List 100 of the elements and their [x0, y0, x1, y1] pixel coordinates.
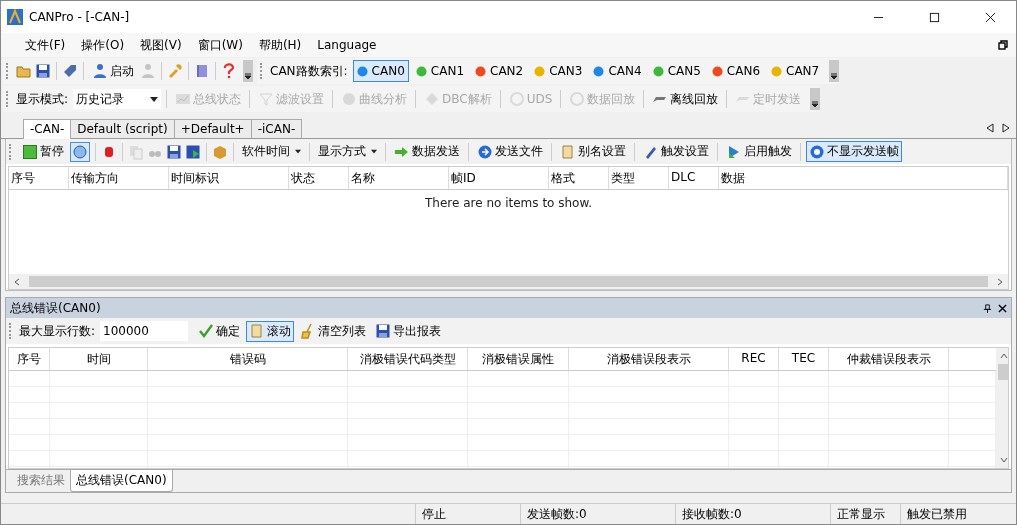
person-icon — [92, 63, 108, 79]
menu-item[interactable]: Language — [309, 38, 385, 52]
pin-icon[interactable] — [983, 303, 992, 313]
menu-item[interactable]: 窗口(W) — [189, 36, 251, 54]
toolbar-button[interactable]: 数据发送 — [391, 141, 463, 162]
toolbar-button[interactable]: 离线回放 — [649, 88, 722, 110]
column-header[interactable]: 状态 — [289, 167, 349, 189]
channel-button[interactable]: CAN1 — [411, 60, 468, 82]
document-tab[interactable]: Default (script) — [70, 119, 175, 138]
scroll-down-icon[interactable] — [999, 456, 1008, 464]
document-tab[interactable]: +Default+ — [173, 119, 252, 138]
menu-item[interactable]: 视图(V) — [132, 36, 190, 54]
toolbar-button[interactable]: 确定 — [195, 320, 244, 342]
column-header[interactable]: 传输方向 — [69, 167, 169, 189]
column-header[interactable]: REC — [729, 348, 779, 370]
overflow-icon[interactable] — [243, 60, 253, 82]
panel-title: 总线错误(CAN0) — [10, 299, 101, 317]
book-icon[interactable] — [194, 63, 210, 79]
column-header[interactable]: 仲裁错误段表示 — [829, 348, 949, 370]
overflow-icon[interactable] — [810, 88, 821, 110]
column-header[interactable]: 消极错误代码类型 — [348, 348, 468, 370]
diamond-icon — [424, 91, 441, 107]
save-as-icon[interactable] — [185, 143, 201, 160]
empty-message: There are no items to show. — [425, 196, 592, 212]
channel-button[interactable]: CAN2 — [471, 60, 528, 82]
column-header[interactable]: TEC — [779, 348, 829, 370]
channel-button[interactable]: CAN4 — [589, 60, 646, 82]
restore-icon[interactable] — [998, 40, 1008, 50]
scroll-up-icon[interactable] — [999, 352, 1008, 360]
scroll-left-icon[interactable] — [13, 277, 21, 286]
column-header[interactable]: 消极错误段表示 — [569, 348, 729, 370]
column-header[interactable]: 帧ID — [449, 167, 549, 189]
toolbar-button[interactable]: 清空列表 — [297, 320, 370, 342]
circle-icon — [809, 143, 825, 160]
column-header[interactable]: 序号 — [9, 348, 50, 370]
scroll-right-icon[interactable] — [996, 277, 1004, 286]
column-header[interactable]: 格式 — [549, 167, 609, 189]
column-header[interactable]: 消极错误属性 — [468, 348, 569, 370]
circle-icon — [508, 91, 525, 107]
column-header[interactable]: DLC — [669, 167, 719, 189]
close-icon[interactable] — [998, 303, 1007, 313]
pause-button[interactable]: 暂停 — [19, 141, 67, 162]
column-header[interactable]: 类型 — [609, 167, 669, 189]
menu-item[interactable]: 帮助(H) — [250, 36, 310, 54]
scroll-left-icon[interactable] — [986, 123, 994, 133]
toolbar-button[interactable]: 触发设置 — [640, 141, 712, 162]
column-header[interactable]: 数据 — [719, 167, 1008, 189]
replay-icon — [569, 91, 586, 107]
column-header[interactable]: 名称 — [349, 167, 449, 189]
column-header[interactable]: 时间 — [50, 348, 148, 370]
toolbar-button[interactable]: 滚动 — [246, 320, 295, 342]
document-tab[interactable]: -iCAN- — [250, 119, 303, 138]
toolbar-button[interactable]: 软件时间 — [239, 141, 304, 162]
channel-button[interactable]: CAN7 — [767, 60, 824, 82]
start-button[interactable]: 启动 — [89, 60, 137, 82]
max-rows-field[interactable]: 100000 — [100, 321, 189, 341]
overflow-icon[interactable] — [829, 60, 840, 82]
funnel-icon — [258, 91, 275, 107]
circle-icon — [341, 91, 358, 107]
app-logo-icon — [7, 9, 23, 25]
status-text: 停止 — [416, 504, 521, 524]
channel-button[interactable]: CAN0 — [352, 60, 409, 82]
toolbar-button[interactable]: 启用触发 — [723, 141, 795, 162]
tag-icon[interactable] — [62, 63, 78, 79]
menu-item[interactable]: 文件(F) — [17, 36, 74, 54]
channel-button[interactable]: CAN3 — [530, 60, 587, 82]
close-icon[interactable] — [985, 11, 996, 23]
save-icon[interactable] — [166, 143, 182, 160]
column-header[interactable]: 错误码 — [148, 348, 348, 370]
column-header[interactable]: 序号 — [9, 167, 69, 189]
scrollbar-thumb[interactable] — [29, 276, 988, 287]
status-text: 发送帧数:0 — [521, 504, 676, 524]
toolbar-button[interactable]: 别名设置 — [557, 141, 629, 162]
save-icon — [375, 323, 392, 339]
toolbar-button[interactable]: 导出报表 — [372, 320, 445, 342]
column-header[interactable]: 时间标识 — [169, 167, 289, 189]
scrollbar-thumb[interactable] — [998, 364, 1008, 380]
status-text: 正常显示 — [831, 504, 901, 524]
caret-icon — [371, 149, 377, 154]
maximize-icon[interactable] — [929, 11, 940, 23]
toolbar-button[interactable]: 发送文件 — [474, 141, 546, 162]
toolbar-button[interactable]: 显示方式 — [315, 141, 380, 162]
caret-icon — [150, 96, 159, 102]
help-icon[interactable] — [221, 63, 237, 79]
panel-tab[interactable]: 总线错误(CAN0) — [70, 470, 173, 492]
panel-tab[interactable]: 搜索结果 — [12, 470, 70, 491]
channel-button[interactable]: CAN5 — [648, 60, 705, 82]
caret-icon — [295, 149, 301, 154]
square-icon — [22, 143, 38, 160]
display-mode-dropdown[interactable]: 历史记录 — [73, 89, 162, 109]
chart-icon — [175, 91, 192, 107]
toolbar-button[interactable]: 不显示发送帧 — [806, 141, 902, 162]
channel-button[interactable]: CAN6 — [707, 60, 765, 82]
document-tab[interactable]: -CAN- — [23, 119, 72, 139]
can-index-label: CAN路数索引: — [270, 62, 348, 80]
menu-item[interactable]: 操作(O) — [73, 36, 133, 54]
status-text: 接收帧数:0 — [676, 504, 831, 524]
save-icon[interactable] — [35, 63, 51, 79]
check-icon — [198, 323, 215, 339]
scroll-right-icon[interactable] — [1002, 123, 1010, 133]
